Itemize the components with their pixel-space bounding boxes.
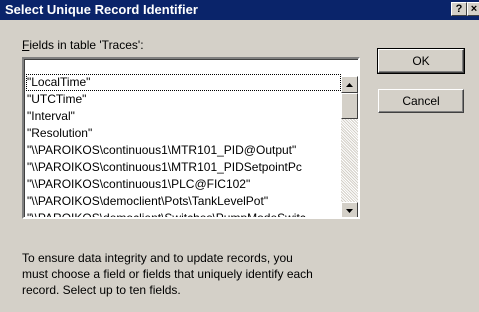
instructions-line: record. Select up to ten fields. <box>22 283 181 297</box>
select-unique-record-identifier-dialog: Select Unique Record Identifier ? × Fiel… <box>0 0 479 312</box>
list-item[interactable]: "\\PAROIKOS\continuous1\MTR101_PIDSetpoi… <box>26 159 341 176</box>
ok-button[interactable]: OK <box>377 48 465 74</box>
question-mark-icon: ? <box>455 3 463 15</box>
fields-listbox[interactable]: "LocalTime" "UTCTime" "Interval" "Resolu… <box>22 57 360 219</box>
list-item[interactable]: "\\PAROIKOS\continuous1\PLC@FIC102" <box>26 176 341 193</box>
list-item[interactable]: "\\PAROIKOS\continuous1\MTR101_PID@Outpu… <box>26 142 341 159</box>
close-button[interactable]: × <box>467 2 479 16</box>
fields-list-label: Fields in table 'Traces': <box>22 38 144 52</box>
triangle-down-icon <box>346 209 353 213</box>
fields-list-scrollbar[interactable] <box>341 76 358 217</box>
instructions-text: To ensure data integrity and to update r… <box>22 250 362 298</box>
list-item[interactable]: "\\PAROIKOS\democlient\Switches\PumpMode… <box>26 210 341 217</box>
instructions-line: To ensure data integrity and to update r… <box>22 251 293 265</box>
list-item[interactable]: "Resolution" <box>26 125 341 142</box>
window-title: Select Unique Record Identifier <box>5 2 198 17</box>
help-button[interactable]: ? <box>451 2 467 16</box>
cancel-button[interactable]: Cancel <box>378 89 464 113</box>
instructions-line: must choose a field or fields that uniqu… <box>22 267 313 281</box>
list-item[interactable]: "UTCTime" <box>26 91 341 108</box>
fields-label-text: ields in table 'Traces': <box>29 38 144 52</box>
title-bar[interactable]: Select Unique Record Identifier ? × <box>0 0 479 20</box>
fields-list-items: "LocalTime" "UTCTime" "Interval" "Resolu… <box>26 74 341 217</box>
triangle-up-icon <box>346 83 353 87</box>
scroll-down-button[interactable] <box>341 202 358 217</box>
list-item[interactable]: "\\PAROIKOS\democlient\Pots\TankLevelPot… <box>26 193 341 210</box>
list-item[interactable]: "Interval" <box>26 108 341 125</box>
close-icon: × <box>470 3 478 15</box>
scroll-up-button[interactable] <box>341 76 358 93</box>
list-item[interactable]: "LocalTime" <box>26 74 341 91</box>
scroll-thumb[interactable] <box>341 93 358 119</box>
